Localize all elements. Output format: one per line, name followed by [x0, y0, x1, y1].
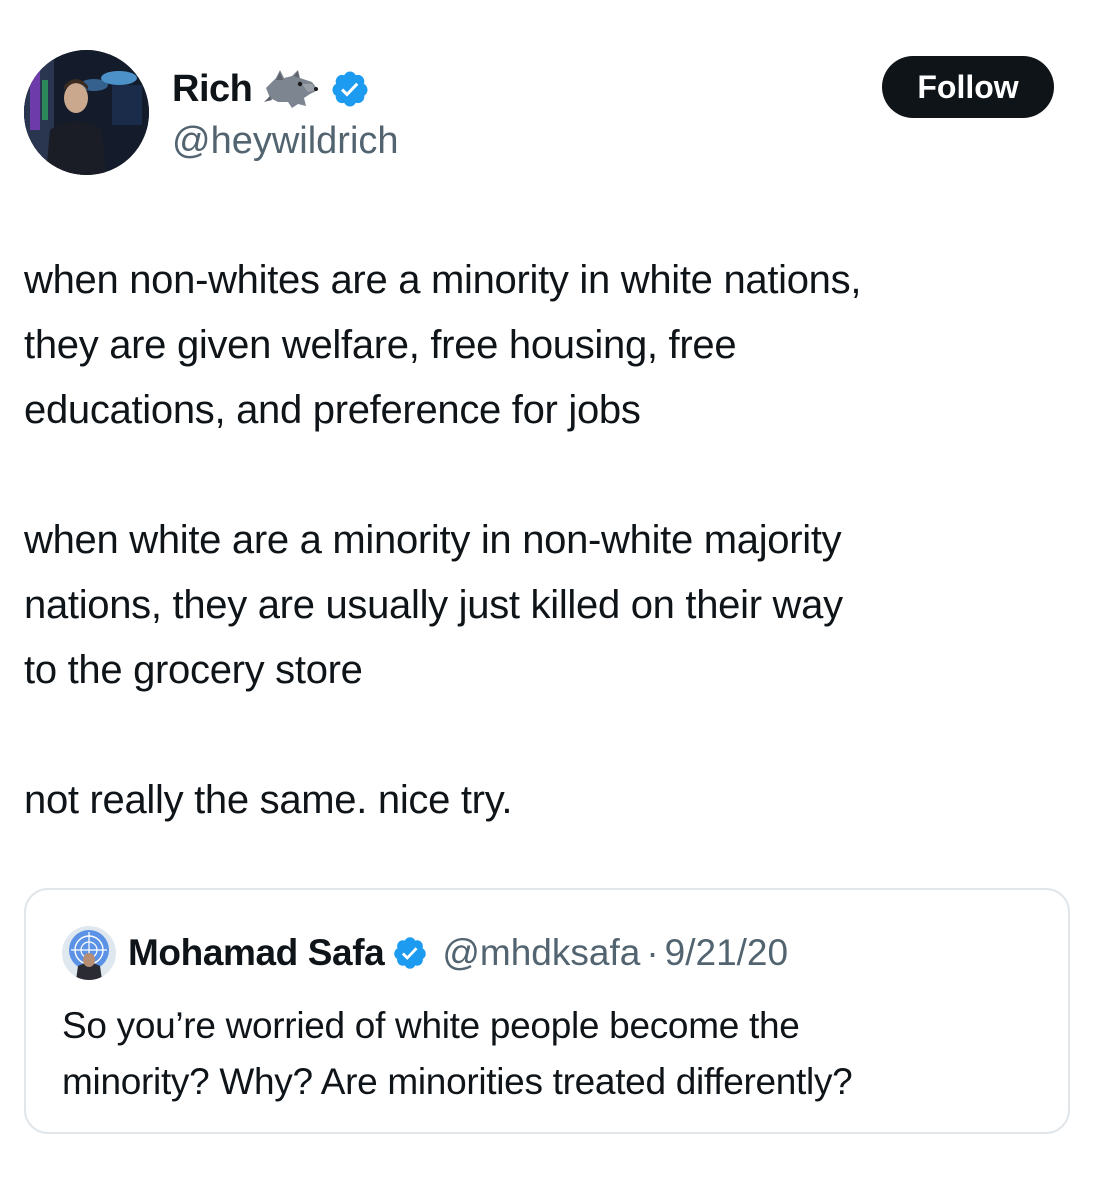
quoted-author-handle[interactable]: @mhdksafa: [442, 932, 640, 974]
tweet-header: Rich @heywildrich Follow: [24, 50, 1054, 178]
follow-button[interactable]: Follow: [882, 56, 1054, 118]
verified-badge-icon: [394, 937, 427, 969]
un-emblem-avatar-photo: [62, 926, 116, 980]
author-name-row: Rich: [172, 66, 370, 112]
quoted-tweet-header: Mohamad Safa @mhdksafa · 9/21/20: [62, 926, 788, 980]
tweet-paragraph: when white are a minority in non-white m…: [24, 518, 843, 692]
quoted-tweet-date[interactable]: 9/21/20: [665, 932, 788, 974]
dot-separator: ·: [646, 932, 659, 973]
quoted-author-avatar[interactable]: [62, 926, 116, 980]
avatar-photo: [24, 50, 149, 175]
tweet-text: when non-whites are a minority in white …: [24, 248, 1074, 833]
quoted-tweet-text: So you’re worried of white people become…: [62, 1005, 853, 1102]
quoted-author-name[interactable]: Mohamad Safa: [128, 932, 385, 974]
tweet-paragraph: not really the same. nice try.: [24, 778, 513, 822]
author-avatar[interactable]: [24, 50, 149, 175]
verified-badge-icon: [332, 71, 368, 107]
wolf-icon: [264, 70, 319, 108]
quoted-tweet-card[interactable]: Mohamad Safa @mhdksafa · 9/21/20 So you’…: [24, 888, 1070, 1134]
tweet: Rich @heywildrich Follow when non-whites…: [0, 0, 1097, 1200]
tweet-paragraph: when non-whites are a minority in white …: [24, 258, 862, 432]
author-display-name[interactable]: Rich: [172, 68, 253, 111]
author-handle[interactable]: @heywildrich: [172, 120, 399, 163]
